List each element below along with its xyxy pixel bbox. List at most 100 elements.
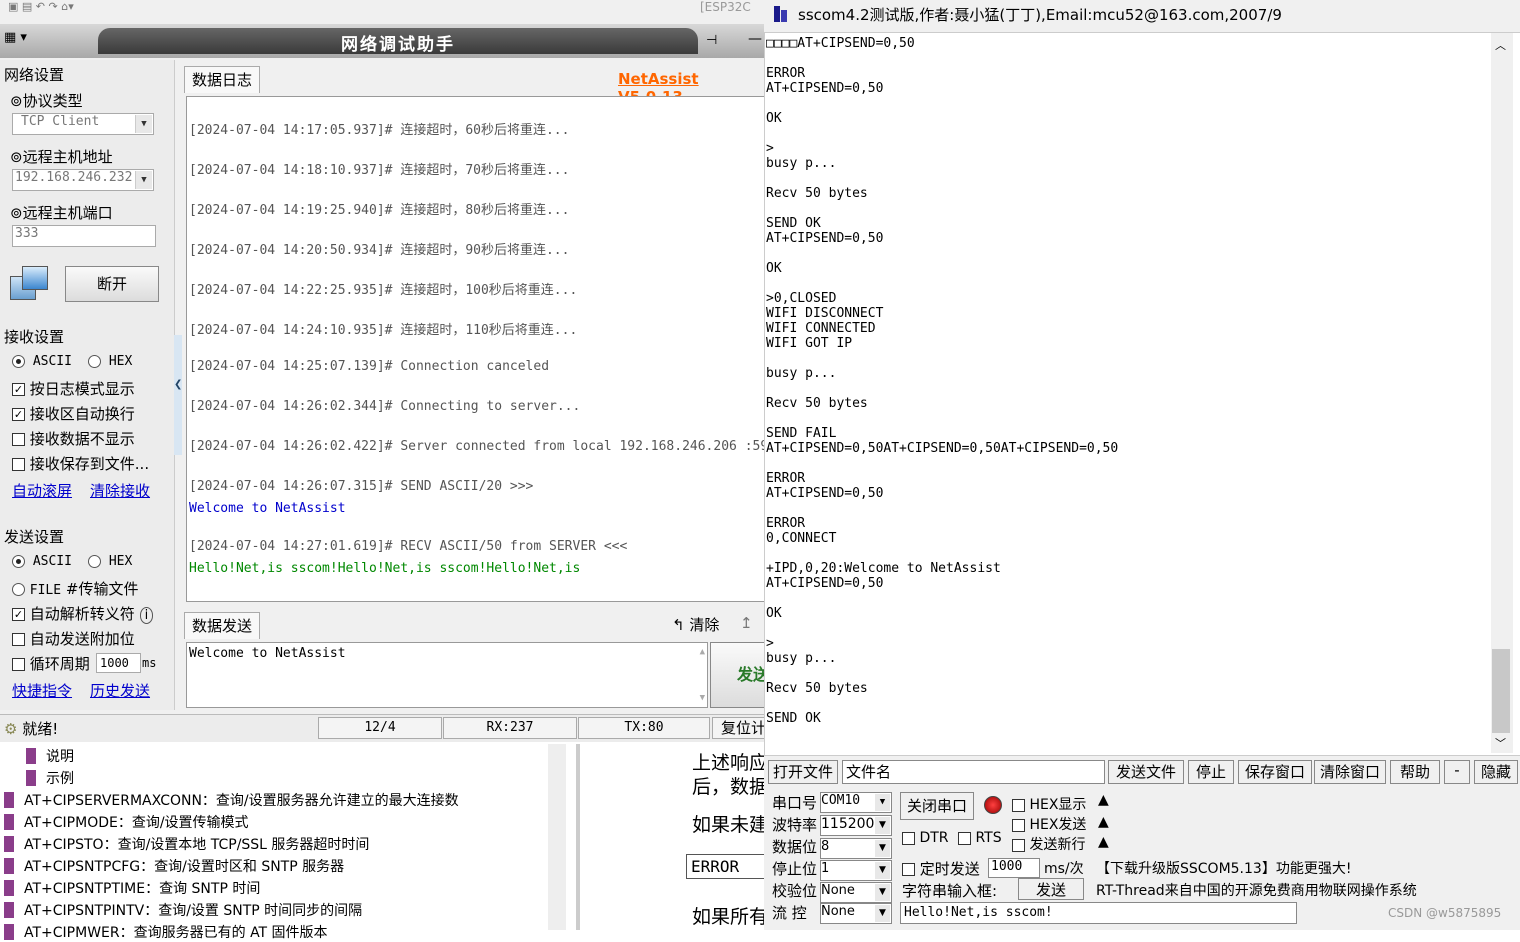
pin-icon[interactable]: ⊣ <box>706 33 717 48</box>
sscom-send-button[interactable]: 发送 <box>1018 878 1084 900</box>
minus-button[interactable]: - <box>1444 760 1470 784</box>
toolbar-icons[interactable]: ▣ ▤ ↶ ↷ ⌂▾ <box>8 0 74 13</box>
doc-command-item[interactable]: AT+CIPMWER：查询服务器已有的 AT 固件版本 <box>24 922 328 942</box>
send-hex-radio[interactable]: HEX <box>88 554 132 569</box>
sscom-scrollbar[interactable]: ︿ ﹀ <box>1491 33 1513 753</box>
doc-command-item[interactable]: AT+CIPSNTPCFG：查询/设置时区和 SNTP 服务器 <box>24 856 344 876</box>
expand-up-icon[interactable]: ▲ <box>1098 792 1109 808</box>
clear-window-button[interactable]: 清除窗口 <box>1314 760 1386 784</box>
baud-select[interactable]: 115200 ▼ <box>820 815 892 836</box>
tab-data-send[interactable]: 数据发送 <box>184 612 260 639</box>
string-input[interactable]: Hello!Net,is sscom! <box>900 902 1297 924</box>
stop-bits-select[interactable]: 1 ▼ <box>820 860 892 881</box>
scroll-down-icon[interactable]: ﹀ <box>1495 735 1506 751</box>
log-mode-checkbox[interactable]: ✓ 按日志模式显示 <box>12 378 135 399</box>
doc-command-item[interactable]: AT+CIPSTO：查询/设置本地 TCP/SSL 服务器超时时间 <box>24 834 369 854</box>
send-button[interactable]: 发送 <box>710 642 764 708</box>
save-file-checkbox[interactable]: 接收保存到文件... <box>12 453 149 474</box>
dtr-checkbox[interactable]: DTR <box>902 830 949 846</box>
disconnect-button[interactable]: 断开 <box>65 266 159 302</box>
save-window-button[interactable]: 保存窗口 <box>1238 760 1312 784</box>
append-checkbox[interactable]: 自动发送附加位 <box>12 628 135 649</box>
stop-bits-label: 停止位 <box>772 860 818 878</box>
doc-scrollbar[interactable] <box>548 744 566 930</box>
app-menu-icon[interactable]: ▦ ▾ <box>4 30 27 45</box>
collapse-handle[interactable]: ❮ <box>174 335 182 455</box>
doc-command-item[interactable]: AT+CIPSNTPINTV：查询/设置 SNTP 时间同步的间隔 <box>24 900 362 920</box>
sscom-app-icon <box>772 4 792 24</box>
doc-command-item[interactable]: AT+CIPMODE：查询/设置传输模式 <box>24 812 249 832</box>
interval-input[interactable]: 1000 <box>988 858 1040 878</box>
loop-interval-input[interactable]: 1000 <box>96 653 141 673</box>
clear-send-button[interactable]: ↰ 清除 <box>672 614 719 635</box>
hide-button[interactable]: 隐藏 <box>1474 760 1518 784</box>
protocol-select[interactable]: TCP Client ▼ <box>12 113 154 135</box>
escape-checkbox[interactable]: ✓ 自动解析转义符 i <box>12 603 154 624</box>
tab-data-log[interactable]: 数据日志 <box>184 66 260 93</box>
parity-select[interactable]: None ▼ <box>820 882 892 903</box>
send-textarea[interactable]: Welcome to NetAssist ▲ ▼ <box>186 642 708 708</box>
log-area[interactable]: [2024-07-04 14:17:05.937]# 连接超时，60秒后将重连.… <box>186 96 764 602</box>
doc-tree-item[interactable]: 说明 <box>46 746 74 766</box>
port-input[interactable]: 333 <box>12 225 156 247</box>
rts-checkbox[interactable]: RTS <box>958 830 1002 846</box>
reset-count-button[interactable]: 复位计 <box>712 717 764 739</box>
clear-recv-link[interactable]: 清除接收 <box>90 480 150 501</box>
history-link[interactable]: 历史发送 <box>90 680 150 701</box>
file-radio[interactable]: FILE #传输文件 <box>12 578 138 599</box>
close-port-button[interactable]: 关闭串口 <box>900 792 974 820</box>
stop-button[interactable]: 停止 <box>1188 760 1234 784</box>
rtthread-ad-link[interactable]: RT-Thread来自中国的开源免费商用物联网操作系统 <box>1096 880 1417 900</box>
network-status-icon <box>10 266 48 302</box>
flow-select[interactable]: None ▼ <box>820 903 892 924</box>
host-select[interactable]: 192.168.246.232 ▼ <box>12 169 154 191</box>
help-button[interactable]: 帮助 <box>1390 760 1440 784</box>
sscom-recv-line: SEND OK <box>766 216 821 231</box>
port-status-led-icon <box>984 796 1002 814</box>
shortcut-link[interactable]: 快捷指令 <box>12 680 72 701</box>
scroll-thumb[interactable] <box>1492 649 1510 733</box>
scroll-down-icon[interactable]: ▼ <box>700 693 705 703</box>
sscom-title: sscom4.2测试版,作者:聂小猛(丁丁),Email:mcu52@163.c… <box>798 6 1282 24</box>
port-label: ⊚远程主机端口 <box>10 204 113 222</box>
sscom-recv-line: AT+CIPSEND=0,50 <box>766 576 884 591</box>
upgrade-ad-link[interactable]: 【下载升级版SSCOM5.13】功能更强大! <box>1096 858 1351 878</box>
sscom-recv-line: OK <box>766 261 782 276</box>
scroll-up-icon[interactable]: ︿ <box>1495 37 1506 53</box>
sscom-recv-line: busy p... <box>766 156 837 171</box>
info-icon[interactable]: i <box>139 607 154 624</box>
loop-unit: ms <box>142 656 157 670</box>
hex-display-checkbox[interactable]: HEX显示 <box>1012 794 1086 814</box>
auto-wrap-checkbox[interactable]: ✓ 接收区自动换行 <box>12 403 135 424</box>
doc-command-item[interactable]: AT+CIPSNTPTIME：查询 SNTP 时间 <box>24 878 260 898</box>
port-select[interactable]: COM10 ▼ <box>820 792 892 813</box>
send-settings-title: 发送设置 <box>4 528 65 546</box>
minimize-icon[interactable]: — <box>748 31 762 47</box>
file-name-input[interactable]: 文件名 <box>842 760 1105 784</box>
send-file-button[interactable]: 发送文件 <box>1108 760 1184 784</box>
expand-up-icon[interactable]: ▲ <box>1098 834 1109 850</box>
hide-data-checkbox[interactable]: 接收数据不显示 <box>12 428 135 449</box>
recv-hex-radio[interactable]: HEX <box>88 354 132 369</box>
recv-ascii-radio[interactable]: ASCII <box>12 354 72 369</box>
send-newline-checkbox[interactable]: 发送新行 <box>1012 834 1085 854</box>
send-ascii-radio[interactable]: ASCII <box>12 554 72 569</box>
sscom-receive-area[interactable] <box>764 32 1520 756</box>
upload-icon[interactable]: ↥ <box>740 614 753 632</box>
doc-text-line: 如果所有 <box>692 906 769 928</box>
doc-tree-item[interactable]: 示例 <box>46 768 74 788</box>
data-bits-select[interactable]: 8 ▼ <box>820 838 892 859</box>
scroll-up-icon[interactable]: ▲ <box>700 647 705 657</box>
sscom-recv-line: WIFI DISCONNECT <box>766 306 884 321</box>
auto-scroll-link[interactable]: 自动滚屏 <box>12 480 72 501</box>
loop-checkbox[interactable]: 循环周期 <box>12 653 90 674</box>
timed-send-checkbox[interactable]: 定时发送 <box>902 858 980 879</box>
sscom-recv-line: > <box>766 141 774 156</box>
data-bits-label: 数据位 <box>772 838 818 856</box>
sscom-recv-line: Recv 50 bytes <box>766 186 868 201</box>
doc-command-item[interactable]: AT+CIPSERVERMAXCONN：查询/设置服务器允许建立的最大连接数 <box>24 790 459 810</box>
open-file-button[interactable]: 打开文件 <box>768 760 838 784</box>
hex-send-checkbox[interactable]: HEX发送 <box>1012 814 1086 834</box>
expand-up-icon[interactable]: ▲ <box>1098 814 1109 830</box>
doc-window: 说明 示例 AT+CIPSERVERMAXCONN：查询/设置服务器允许建立的最大连… <box>0 744 786 941</box>
